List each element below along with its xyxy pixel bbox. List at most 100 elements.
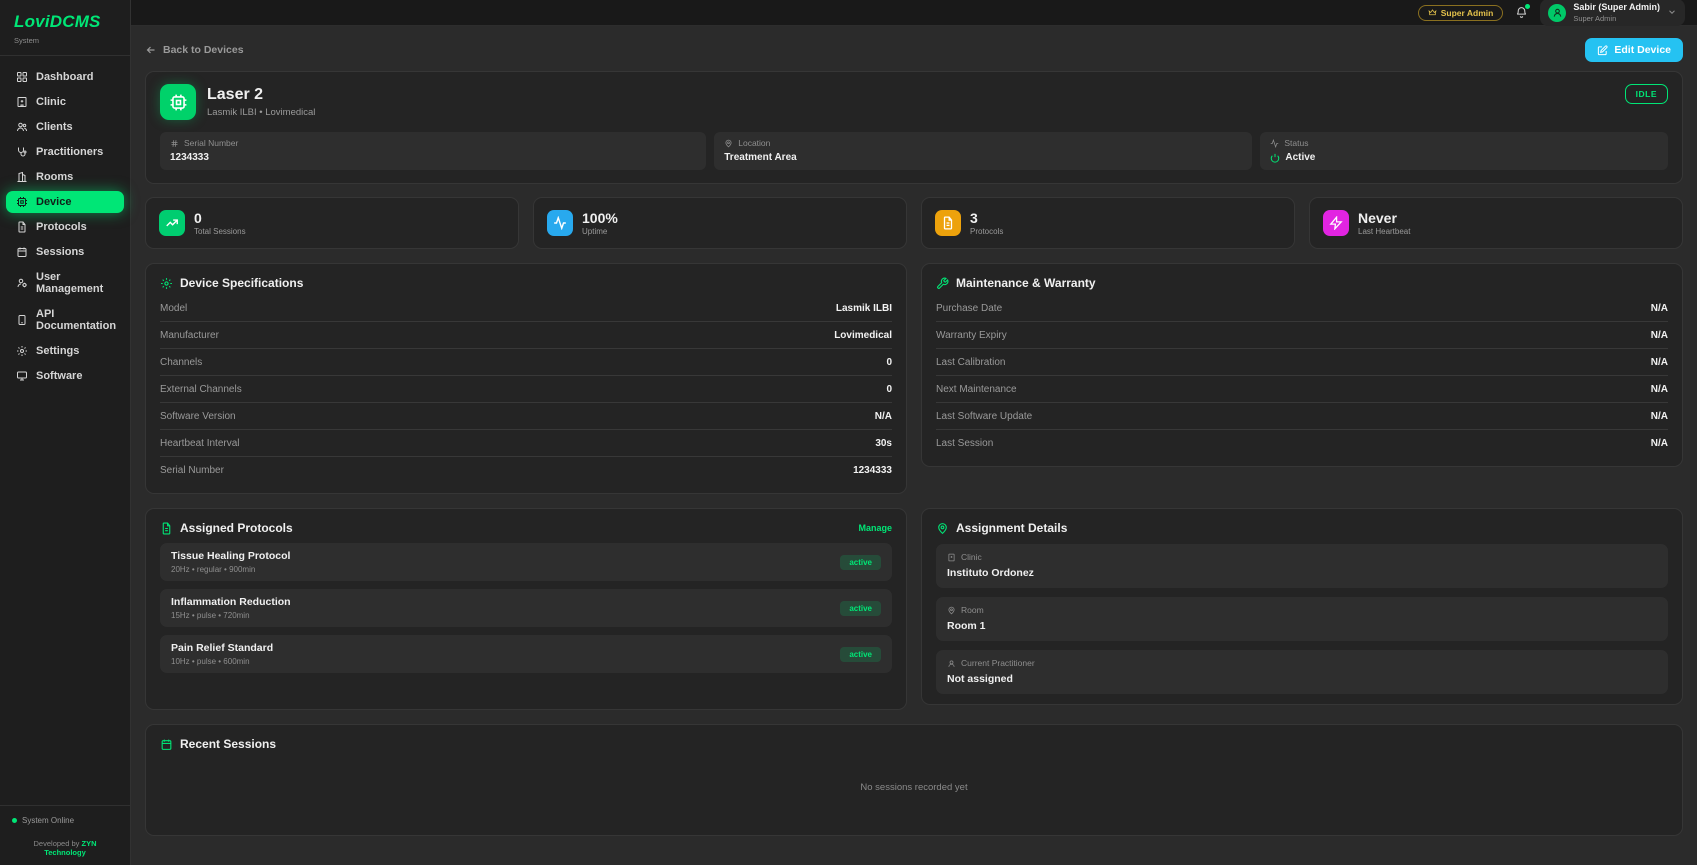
maintenance-row: Next Maintenance N/A xyxy=(936,376,1668,403)
protocol-name: Pain Relief Standard xyxy=(171,642,274,654)
stat-value: 3 xyxy=(970,209,978,226)
spec-row: Heartbeat Interval 30s xyxy=(160,430,892,457)
user-menu[interactable]: Sabir (Super Admin) Super Admin xyxy=(1540,0,1685,26)
panel-title-label: Recent Sessions xyxy=(180,737,277,751)
protocol-row[interactable]: Tissue Healing Protocol 20Hz • regular •… xyxy=(160,543,892,581)
notification-dot xyxy=(1525,4,1531,9)
stat-uptime: 100% Uptime xyxy=(533,197,907,249)
file-text-icon xyxy=(935,210,961,236)
clinic-icon xyxy=(17,97,27,107)
user-menu-chevron xyxy=(1667,4,1677,22)
developer-credit: Developed by ZYN Technology xyxy=(12,839,118,857)
spec-row: External Channels 0 xyxy=(160,376,892,403)
sidebar-item-settings[interactable]: Settings xyxy=(6,340,124,362)
file-text-icon xyxy=(162,522,171,534)
maintenance-warranty-panel: Maintenance & Warranty Purchase Date N/A … xyxy=(921,263,1683,467)
sidebar-item-label: Rooms xyxy=(36,171,74,183)
assignment-practitioner-value: Not assigned xyxy=(947,673,1013,685)
spec-row: Model Lasmik ILBI xyxy=(160,295,892,322)
panel-title: Maintenance & Warranty xyxy=(936,276,1668,290)
stat-value: Never xyxy=(1358,209,1397,226)
panel-title: Recent Sessions xyxy=(160,737,1668,751)
protocol-status-badge: active xyxy=(840,554,881,570)
maintenance-row: Last Calibration N/A xyxy=(936,349,1668,376)
activity-icon xyxy=(1271,138,1279,148)
user-icon xyxy=(948,660,955,667)
sidebar-item-clinic[interactable]: Clinic xyxy=(6,91,124,113)
sidebar-item-dashboard[interactable]: Dashboard xyxy=(6,66,124,88)
panel-title: Assignment Details xyxy=(936,521,1668,535)
manage-protocols-link[interactable]: Manage xyxy=(858,523,892,533)
gear-icon xyxy=(161,277,172,289)
trending-up-icon xyxy=(159,210,185,236)
logo-box: LoviDCMS System xyxy=(0,0,130,56)
location-box: Location Treatment Area xyxy=(714,132,1253,170)
sidebar-item-rooms[interactable]: Rooms xyxy=(6,166,124,188)
sidebar-item-clients[interactable]: Clients xyxy=(6,116,124,138)
device-info-grid: Serial Number 1234333 Location Treatment… xyxy=(160,132,1668,170)
sidebar-item-api-documentation[interactable]: API Documentation xyxy=(6,303,124,337)
protocol-row[interactable]: Inflammation Reduction 15Hz • pulse • 72… xyxy=(160,589,892,627)
sessions-empty-message: No sessions recorded yet xyxy=(860,782,968,793)
status-value: Active xyxy=(1270,152,1658,163)
recent-sessions-panel: Recent Sessions No sessions recorded yet xyxy=(145,724,1683,836)
map-pin-icon xyxy=(725,139,732,147)
device-head: Laser 2 Lasmik ILBI • Lovimedical IDLE xyxy=(160,84,1668,120)
panel-title-label: Maintenance & Warranty xyxy=(956,276,1096,290)
specs-maintenance-grid: Device Specifications Model Lasmik ILBI M… xyxy=(145,263,1683,494)
sidebar-item-sessions[interactable]: Sessions xyxy=(6,241,124,263)
protocol-name: Inflammation Reduction xyxy=(171,596,291,608)
online-dot-icon xyxy=(12,818,17,823)
sidebar-item-label: Clients xyxy=(36,121,73,133)
user-icon xyxy=(1553,8,1562,17)
device-icon xyxy=(17,197,27,207)
zap-icon xyxy=(1323,210,1349,236)
info-label: Location xyxy=(738,138,771,148)
sidebar-item-label: Sessions xyxy=(36,246,85,258)
sidebar-item-user-management[interactable]: User Management xyxy=(6,266,124,300)
edit-device-button[interactable]: Edit Device xyxy=(1585,38,1683,62)
sidebar-item-device[interactable]: Device xyxy=(6,191,124,213)
sidebar-footer: System Online Developed by ZYN Technolog… xyxy=(0,805,130,865)
topbar: Super Admin Sabir (Super Admin) Super Ad… xyxy=(131,0,1697,26)
api-documentation-icon xyxy=(18,315,26,325)
maintenance-row: Purchase Date N/A xyxy=(936,295,1668,322)
map-pin-icon xyxy=(938,522,947,534)
power-icon xyxy=(1271,153,1280,163)
stat-protocols: 3 Protocols xyxy=(921,197,1295,249)
serial-number-box: Serial Number 1234333 xyxy=(160,132,707,170)
assigned-protocols-panel: Assigned Protocols Manage Tissue Healing… xyxy=(145,508,907,710)
panel-title-label: Device Specifications xyxy=(180,276,304,290)
maintenance-row: Warranty Expiry N/A xyxy=(936,322,1668,349)
spec-row: Serial Number 1234333 xyxy=(160,465,892,476)
sidebar-item-label: Protocols xyxy=(36,221,87,233)
stats-row: 0 Total Sessions 100% Uptime 3 Protocols… xyxy=(145,197,1683,249)
sidebar-item-practitioners[interactable]: Practitioners xyxy=(6,141,124,163)
status-box: Status Active xyxy=(1260,132,1668,170)
device-state-badge: IDLE xyxy=(1624,84,1668,104)
stat-value: 100% xyxy=(582,209,618,226)
sidebar-nav: Dashboard Clinic Clients Practitioners R… xyxy=(0,56,130,805)
settings-icon xyxy=(17,346,27,356)
device-name: Laser 2 xyxy=(207,86,264,103)
chevron-down-icon xyxy=(1669,9,1675,14)
assignment-label: Room xyxy=(961,605,984,615)
protocol-row[interactable]: Pain Relief Standard 10Hz • pulse • 600m… xyxy=(160,635,892,673)
practitioners-icon xyxy=(18,147,27,157)
notifications-button[interactable] xyxy=(1515,4,1531,19)
status-text: Active xyxy=(1285,152,1316,163)
user-role: Super Admin xyxy=(1573,13,1617,23)
stat-total-sessions: 0 Total Sessions xyxy=(145,197,519,249)
edit-icon xyxy=(1598,44,1608,55)
sidebar: LoviDCMS System Dashboard Clinic Clients… xyxy=(0,0,131,865)
user-management-icon xyxy=(17,278,27,288)
role-badge-label: Super Admin xyxy=(1440,7,1494,18)
panel-title: Device Specifications xyxy=(160,276,892,290)
stat-label: Last Heartbeat xyxy=(1358,227,1411,237)
back-to-devices-link[interactable]: Back to Devices xyxy=(145,44,244,56)
maintenance-row: Last Software Update N/A xyxy=(936,403,1668,430)
panel-title: Assigned Protocols Manage xyxy=(160,521,892,535)
sidebar-item-software[interactable]: Software xyxy=(6,365,124,387)
back-link-label: Back to Devices xyxy=(163,44,244,56)
sidebar-item-protocols[interactable]: Protocols xyxy=(6,216,124,238)
